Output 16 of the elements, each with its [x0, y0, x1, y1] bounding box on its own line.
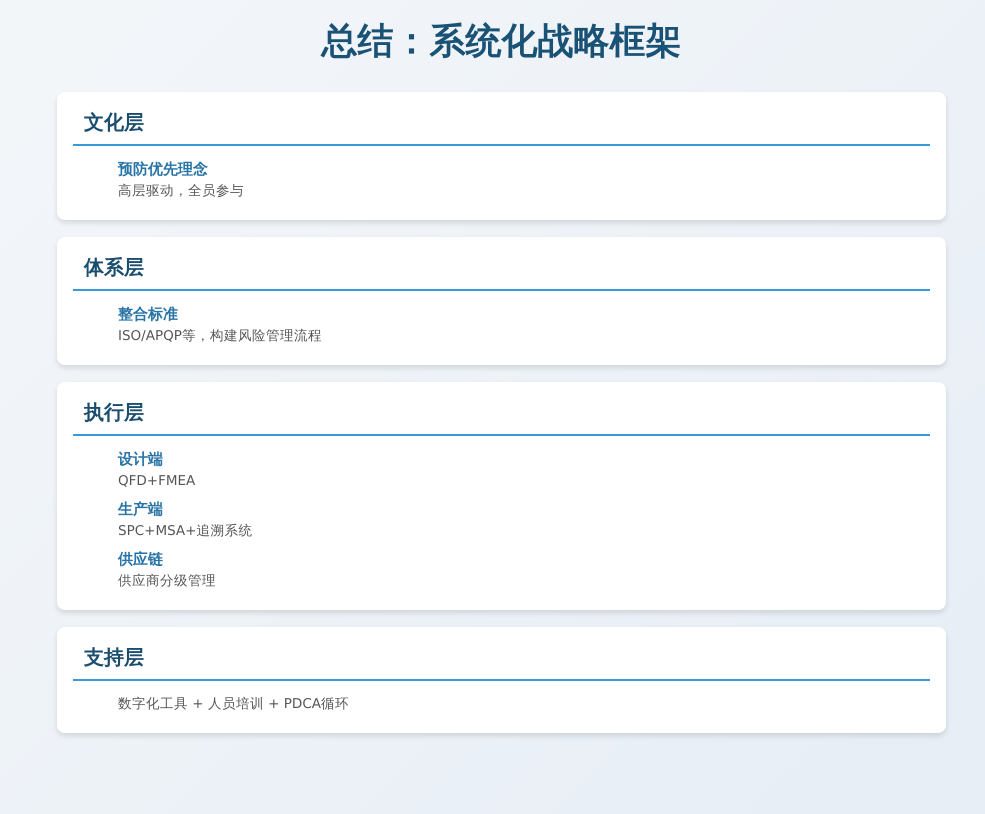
item-description: ISO/APQP等，构建风险管理流程 [118, 327, 323, 346]
item-title: 预防优先理念 [118, 159, 209, 180]
item-description: QFD+FMEA [118, 472, 196, 491]
page-title: 总结：系统化战略框架 [320, 20, 682, 64]
item-title: 供应链 [118, 549, 164, 570]
layer-heading: 支持层 [73, 643, 930, 681]
item-title: 设计端 [118, 449, 164, 470]
item-description: SPC+MSA+追溯系统 [118, 522, 254, 541]
item-title: 生产端 [118, 499, 164, 520]
layer-heading: 体系层 [73, 253, 930, 291]
item-description: 高层驱动，全员参与 [118, 182, 245, 201]
layer-heading: 执行层 [73, 398, 930, 436]
layer-heading: 文化层 [73, 108, 930, 146]
item-description: 数字化工具 + 人员培训 + PDCA循环 [118, 695, 350, 714]
item-title: 整合标准 [118, 304, 179, 325]
item-description: 供应商分级管理 [118, 572, 217, 591]
